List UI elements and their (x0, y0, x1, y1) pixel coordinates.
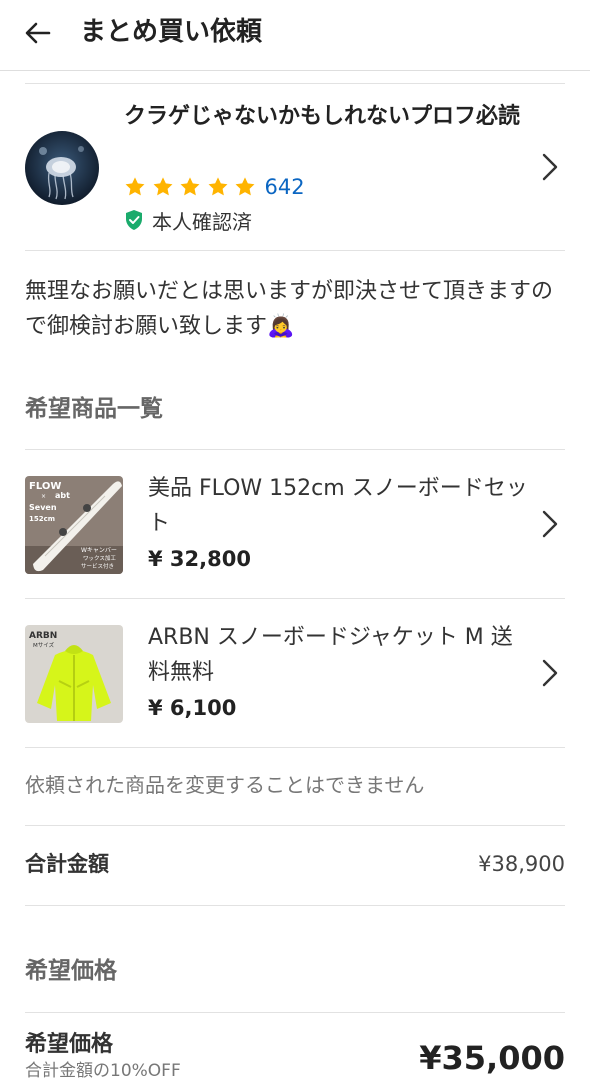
thumb-text: 152cm (29, 515, 55, 523)
product-price: ¥ 6,100 (148, 696, 237, 720)
product-title: ARBN スノーボードジャケット M 送料無料 (148, 625, 513, 685)
thumb-text: Wキャンバー (81, 547, 117, 554)
product-item[interactable]: FLOW × abt Seven 152cm Wキャンバー ワックス加工 サービ… (0, 450, 590, 598)
desired-price-label: 希望価格 (25, 1032, 114, 1057)
change-restriction-note: 依頼された商品を変更することはできません (25, 773, 425, 797)
star-icon (153, 177, 172, 196)
star-icon (180, 177, 200, 196)
thumb-text: Mサイズ (33, 641, 55, 649)
chevron-right-icon (542, 153, 558, 181)
request-message: 無理なお願いだとは思いますが即決させて頂きますので御検討お願い致します🙇‍♀️ (25, 279, 554, 339)
total-label: 合計金額 (25, 852, 109, 876)
divider (25, 825, 565, 826)
products-section-title: 希望商品一覧 (25, 396, 163, 422)
app-header: まとめ買い依頼 (0, 0, 590, 71)
product-price: ¥ 32,800 (148, 547, 251, 571)
divider (25, 747, 565, 748)
product-title: 美品 FLOW 152cm スノーボードセット (148, 476, 528, 536)
seller-name: クラゲじゃないかもしれないプロフ必読 (124, 104, 521, 129)
star-icon (235, 177, 255, 196)
divider (25, 1012, 565, 1013)
product-thumbnail: ARBN Mサイズ (25, 625, 123, 723)
divider (25, 905, 565, 906)
thumb-text: ワックス加工 (83, 554, 116, 562)
verified-badge: 本人確認済 (124, 205, 252, 235)
thumb-text: サービス付き (81, 562, 114, 570)
product-thumbnail: FLOW × abt Seven 152cm Wキャンバー ワックス加工 サービ… (25, 476, 123, 574)
seller-profile-row[interactable]: クラゲじゃないかもしれないプロフ必読 642 本人確認済 (0, 84, 590, 250)
thumb-text: ARBN (29, 631, 57, 641)
desired-price-value: ¥35,000 (419, 1039, 565, 1077)
thumb-text: × (41, 493, 46, 500)
desired-price-sub: 合計金額の10%OFF (25, 1061, 181, 1081)
page-title: まとめ買い依頼 (80, 17, 263, 47)
star-icon (208, 177, 227, 196)
thumb-text: Seven (29, 503, 57, 512)
desired-price-section-title: 希望価格 (25, 958, 117, 984)
product-item[interactable]: ARBN Mサイズ ARBN スノーボードジャケット M 送料無料 ¥ 6,10… (0, 599, 590, 747)
star-icon (125, 177, 145, 196)
shield-check-icon (126, 210, 142, 230)
seller-avatar (25, 131, 99, 205)
chevron-right-icon (542, 510, 558, 538)
thumb-text: abt (55, 491, 70, 500)
divider (25, 250, 565, 251)
chevron-right-icon (542, 659, 558, 687)
seller-rating: 642 (124, 174, 305, 200)
rating-count: 642 (264, 175, 305, 199)
arrow-left-icon[interactable] (22, 17, 54, 49)
verified-label: 本人確認済 (152, 209, 252, 234)
total-value: ¥38,900 (478, 852, 565, 876)
